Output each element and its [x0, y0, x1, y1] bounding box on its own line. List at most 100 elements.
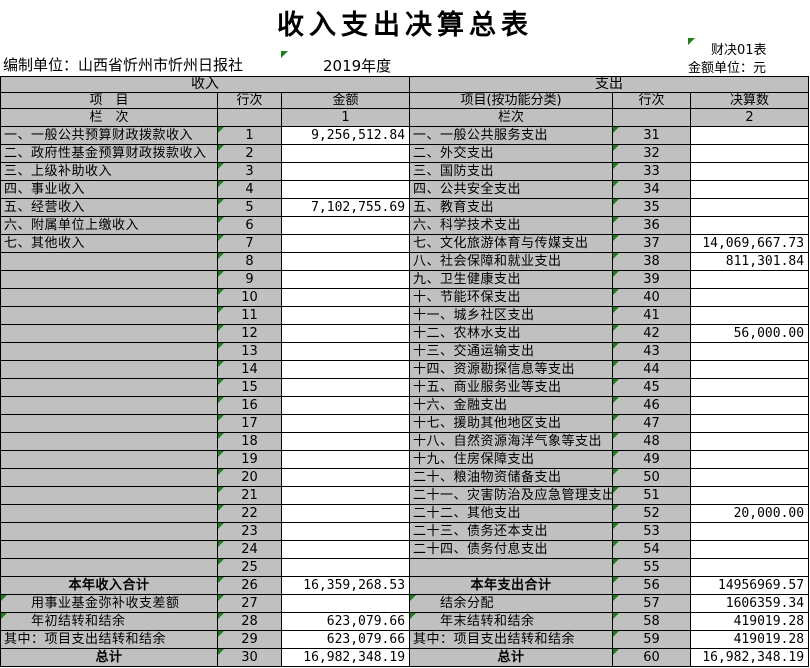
expense-item-cell[interactable]: 八、社会保障和就业支出: [410, 253, 613, 271]
income-line-cell[interactable]: 18: [218, 433, 282, 451]
income-item-header[interactable]: 项 目: [1, 93, 218, 109]
income-item-cell[interactable]: 二、政府性基金预算财政拨款收入: [1, 145, 218, 163]
income-item-cell[interactable]: [1, 469, 218, 487]
expense-item-cell[interactable]: 一、一般公共服务支出: [410, 127, 613, 145]
expense-item-cell[interactable]: 二十三、债务还本支出: [410, 523, 613, 541]
income-amount-cell[interactable]: [282, 343, 410, 361]
expense-item-header[interactable]: 项目(按功能分类): [410, 93, 613, 109]
expense-line-cell[interactable]: 49: [613, 451, 691, 469]
income-item-cell[interactable]: [1, 523, 218, 541]
expense-amount-cell[interactable]: [691, 271, 809, 289]
income-item-cell[interactable]: 其中：项目支出结转和结余: [1, 631, 218, 649]
expense-line-cell[interactable]: 32: [613, 145, 691, 163]
expense-line-cell[interactable]: 60: [613, 649, 691, 667]
expense-amount-cell[interactable]: [691, 379, 809, 397]
expense-line-cell[interactable]: 34: [613, 181, 691, 199]
expense-amount-cell[interactable]: 1606359.34: [691, 595, 809, 613]
expense-item-cell[interactable]: 十二、农林水支出: [410, 325, 613, 343]
expense-item-cell[interactable]: 结余分配: [410, 595, 613, 613]
expense-amount-cell[interactable]: 56,000.00: [691, 325, 809, 343]
expense-line-cell[interactable]: 58: [613, 613, 691, 631]
expense-line-cell[interactable]: 48: [613, 433, 691, 451]
income-amount-cell[interactable]: 16,982,348.19: [282, 649, 410, 667]
expense-line-cell[interactable]: 37: [613, 235, 691, 253]
income-item-cell[interactable]: 六、附属单位上缴收入: [1, 217, 218, 235]
income-lanci-blank[interactable]: [218, 109, 282, 127]
income-line-cell[interactable]: 29: [218, 631, 282, 649]
income-amount-cell[interactable]: [282, 271, 410, 289]
expense-item-cell[interactable]: [410, 559, 613, 577]
expense-amount-cell[interactable]: [691, 451, 809, 469]
expense-line-cell[interactable]: 54: [613, 541, 691, 559]
expense-item-cell[interactable]: 四、公共安全支出: [410, 181, 613, 199]
income-item-cell[interactable]: [1, 253, 218, 271]
expense-amount-cell[interactable]: [691, 541, 809, 559]
expense-amount-cell[interactable]: [691, 523, 809, 541]
expense-amount-header[interactable]: 决算数: [691, 93, 809, 109]
expense-line-cell[interactable]: 47: [613, 415, 691, 433]
expense-line-cell[interactable]: 39: [613, 271, 691, 289]
income-column-number[interactable]: 1: [282, 109, 410, 127]
expense-amount-cell[interactable]: [691, 415, 809, 433]
income-amount-cell[interactable]: 16,359,268.53: [282, 577, 410, 595]
income-item-cell[interactable]: [1, 451, 218, 469]
income-line-cell[interactable]: 23: [218, 523, 282, 541]
expense-item-cell[interactable]: 本年支出合计: [410, 577, 613, 595]
expense-item-cell[interactable]: 二十、粮油物资储备支出: [410, 469, 613, 487]
income-line-cell[interactable]: 12: [218, 325, 282, 343]
expense-lanci-label[interactable]: 栏次: [410, 109, 613, 127]
expense-line-cell[interactable]: 59: [613, 631, 691, 649]
income-amount-cell[interactable]: [282, 181, 410, 199]
income-item-cell[interactable]: [1, 505, 218, 523]
income-item-cell[interactable]: [1, 307, 218, 325]
expense-amount-cell[interactable]: [691, 127, 809, 145]
expense-item-cell[interactable]: 三、国防支出: [410, 163, 613, 181]
expense-amount-cell[interactable]: [691, 145, 809, 163]
expense-line-header[interactable]: 行次: [613, 93, 691, 109]
income-item-cell[interactable]: 七、其他收入: [1, 235, 218, 253]
expense-item-cell[interactable]: 七、文化旅游体育与传媒支出: [410, 235, 613, 253]
income-section-header[interactable]: 收入: [1, 77, 410, 93]
income-line-cell[interactable]: 3: [218, 163, 282, 181]
income-line-cell[interactable]: 22: [218, 505, 282, 523]
income-line-cell[interactable]: 21: [218, 487, 282, 505]
expense-item-cell[interactable]: 十七、援助其他地区支出: [410, 415, 613, 433]
expense-amount-cell[interactable]: 14956969.57: [691, 577, 809, 595]
expense-line-cell[interactable]: 31: [613, 127, 691, 145]
income-amount-header[interactable]: 金额: [282, 93, 410, 109]
income-line-cell[interactable]: 30: [218, 649, 282, 667]
income-line-cell[interactable]: 17: [218, 415, 282, 433]
expense-line-cell[interactable]: 55: [613, 559, 691, 577]
expense-item-cell[interactable]: 十五、商业服务业等支出: [410, 379, 613, 397]
expense-item-cell[interactable]: 十、节能环保支出: [410, 289, 613, 307]
income-item-cell[interactable]: 四、事业收入: [1, 181, 218, 199]
income-amount-cell[interactable]: [282, 289, 410, 307]
income-line-cell[interactable]: 16: [218, 397, 282, 415]
expense-amount-cell[interactable]: 419019.28: [691, 631, 809, 649]
income-amount-cell[interactable]: [282, 325, 410, 343]
income-item-cell[interactable]: [1, 379, 218, 397]
expense-amount-cell[interactable]: [691, 361, 809, 379]
income-line-cell[interactable]: 4: [218, 181, 282, 199]
expense-lanci-blank[interactable]: [613, 109, 691, 127]
expense-amount-cell[interactable]: [691, 289, 809, 307]
income-line-cell[interactable]: 2: [218, 145, 282, 163]
income-amount-cell[interactable]: 9,256,512.84: [282, 127, 410, 145]
income-line-cell[interactable]: 19: [218, 451, 282, 469]
expense-line-cell[interactable]: 35: [613, 199, 691, 217]
expense-line-cell[interactable]: 41: [613, 307, 691, 325]
income-line-cell[interactable]: 15: [218, 379, 282, 397]
expense-item-cell[interactable]: 二十四、债务付息支出: [410, 541, 613, 559]
income-line-cell[interactable]: 8: [218, 253, 282, 271]
expense-item-cell[interactable]: 十四、资源勘探信息等支出: [410, 361, 613, 379]
income-amount-cell[interactable]: [282, 397, 410, 415]
income-amount-cell[interactable]: [282, 379, 410, 397]
expense-amount-cell[interactable]: 419019.28: [691, 613, 809, 631]
expense-line-cell[interactable]: 36: [613, 217, 691, 235]
expense-line-cell[interactable]: 38: [613, 253, 691, 271]
income-item-cell[interactable]: [1, 361, 218, 379]
income-line-cell[interactable]: 6: [218, 217, 282, 235]
expense-line-cell[interactable]: 52: [613, 505, 691, 523]
expense-item-cell[interactable]: 其中：项目支出结转和结余: [410, 631, 613, 649]
income-item-cell[interactable]: [1, 541, 218, 559]
